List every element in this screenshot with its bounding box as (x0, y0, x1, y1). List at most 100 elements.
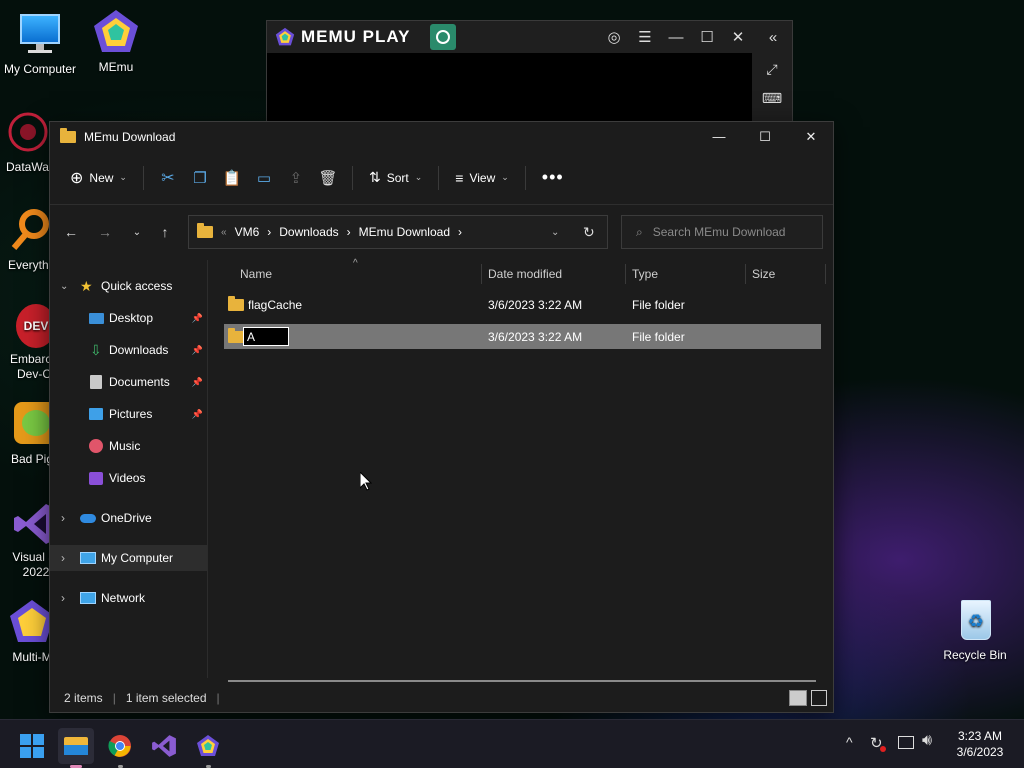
breadcrumb-item[interactable]: MEmu Download (359, 225, 450, 239)
chevron-right-icon[interactable]: › (61, 551, 65, 565)
overflow-icon[interactable]: « (221, 227, 227, 238)
forward-icon[interactable]: → (90, 205, 120, 259)
breadcrumb-item[interactable]: Downloads (279, 225, 338, 239)
maximize-icon[interactable]: ☐ (692, 21, 722, 53)
more-options-icon[interactable]: ••• (534, 161, 572, 195)
nav-documents[interactable]: Documents 📌 (50, 369, 207, 395)
network-icon (80, 592, 96, 604)
minimize-icon[interactable]: — (661, 21, 691, 53)
view-label: View (469, 170, 496, 185)
memu-titlebar[interactable]: MEMU PLAY ◎ ☰ — ☐ ✕ « (267, 21, 792, 53)
search-input[interactable]: ⌕ Search MEmu Download (621, 215, 823, 249)
delete-icon[interactable]: 🗑 (312, 161, 344, 195)
column-divider[interactable] (745, 264, 746, 284)
column-header-name[interactable]: Name (240, 260, 272, 288)
volume-icon[interactable]: 🔊︎ (922, 732, 932, 750)
maximize-button[interactable]: ☐ (742, 122, 788, 151)
table-row[interactable]: 3/6/2023 3:22 AM File folder (224, 324, 821, 349)
nav-network[interactable]: › Network (50, 585, 207, 611)
column-divider[interactable] (481, 264, 482, 284)
explorer-titlebar[interactable]: MEmu Download — ☐ ✕ (50, 122, 833, 151)
close-button[interactable]: ✕ (788, 122, 834, 151)
divider (351, 165, 353, 190)
explorer-window[interactable]: MEmu Download — ☐ ✕ ⊕ New ⌄ ✂ ❐ 📋 ▭ ⇪ 🗑 … (49, 121, 834, 713)
table-row[interactable]: flagCache 3/6/2023 3:22 AM File folder (224, 292, 822, 318)
details-view-icon[interactable] (789, 690, 807, 706)
pin-icon[interactable]: 📌 (192, 409, 203, 420)
back-icon[interactable]: ← (56, 205, 86, 259)
network-status-icon[interactable] (898, 736, 914, 749)
recent-locations-icon[interactable]: ⌄ (122, 205, 152, 259)
view-button[interactable]: ≡ View ⌄ (447, 161, 517, 195)
cut-icon[interactable]: ✂ (152, 161, 184, 195)
close-icon[interactable]: ✕ (723, 21, 753, 53)
taskbar-file-explorer[interactable] (58, 728, 94, 768)
keyboard-icon[interactable]: ⌨ (752, 90, 792, 107)
account-icon[interactable]: ◎ (599, 21, 629, 53)
chevron-right-icon[interactable]: › (61, 511, 65, 525)
paste-icon[interactable]: 📋 (216, 161, 248, 195)
menu-icon[interactable]: ☰ (630, 21, 660, 53)
folder-icon (197, 223, 213, 238)
rename-input[interactable] (243, 327, 289, 346)
show-hidden-icons-icon[interactable]: ^ (846, 734, 853, 750)
rename-icon[interactable]: ▭ (248, 161, 280, 195)
nav-videos[interactable]: Videos (50, 465, 207, 491)
nav-quick-access[interactable]: ⌄ ★ Quick access (50, 273, 207, 299)
nav-my-computer[interactable]: › My Computer (50, 545, 207, 571)
chevron-down-icon: ⌄ (414, 172, 423, 182)
nav-pictures[interactable]: Pictures 📌 (50, 401, 207, 427)
clock[interactable]: 3:23 AM 3/6/2023 (950, 728, 1010, 760)
sort-button[interactable]: ⇅ Sort ⌄ (361, 161, 430, 195)
music-icon (89, 439, 103, 453)
memu-window[interactable]: MEMU PLAY ◎ ☰ — ☐ ✕ « ⤢ ⌨ (266, 20, 793, 129)
horizontal-scrollbar[interactable] (228, 680, 816, 682)
chevron-right-icon[interactable]: › (61, 591, 65, 605)
nav-onedrive[interactable]: › OneDrive (50, 505, 207, 531)
pin-icon[interactable]: 📌 (192, 345, 203, 356)
refresh-icon[interactable]: ↻ (583, 224, 595, 241)
copy-icon[interactable]: ❐ (184, 161, 216, 195)
everything-icon (6, 206, 54, 254)
column-divider[interactable] (625, 264, 626, 284)
notification-dot-icon (880, 746, 886, 752)
address-row: ← → ⌄ ↑ « VM6 › Downloads › MEmu Downloa… (50, 205, 833, 259)
column-header-date[interactable]: Date modified (488, 260, 562, 288)
taskbar-chrome[interactable] (102, 728, 138, 768)
desktop-icon-memu[interactable]: MEmu (76, 8, 156, 74)
up-icon[interactable]: ↑ (150, 205, 180, 259)
start-button[interactable] (14, 728, 50, 764)
memu-app-tab[interactable] (430, 24, 457, 50)
address-dropdown-icon[interactable]: ⌄ (551, 227, 559, 238)
visual-studio-icon (152, 735, 176, 757)
clock-date: 3/6/2023 (956, 745, 1004, 759)
pin-icon[interactable]: 📌 (192, 313, 203, 324)
taskbar-visual-studio[interactable] (146, 728, 182, 764)
search-placeholder: Search MEmu Download (652, 225, 786, 239)
column-header-type[interactable]: Type (632, 260, 658, 288)
fullscreen-icon[interactable]: ⤢ (752, 61, 792, 78)
breadcrumb-item[interactable]: VM6 (235, 225, 260, 239)
taskbar-memu[interactable] (190, 728, 226, 768)
new-button[interactable]: ⊕ New ⌄ (62, 161, 135, 195)
desktop-icon-recycle-bin[interactable]: ♻ Recycle Bin (935, 596, 1015, 662)
clock-time: 3:23 AM (957, 729, 1003, 743)
nav-downloads[interactable]: ⇩ Downloads 📌 (50, 337, 207, 363)
tiles-view-icon[interactable] (811, 690, 827, 706)
nav-music[interactable]: Music (50, 433, 207, 459)
column-divider[interactable] (825, 264, 826, 284)
column-header-size[interactable]: Size (752, 260, 775, 288)
monitor-icon (16, 10, 64, 58)
desktop-icon-my-computer[interactable]: My Computer (0, 10, 80, 76)
share-icon[interactable]: ⇪ (280, 161, 312, 195)
divider (438, 165, 440, 190)
address-bar[interactable]: « VM6 › Downloads › MEmu Download › ⌄ ↻ (188, 215, 608, 249)
chrome-icon (108, 735, 131, 757)
pin-icon[interactable]: 📌 (192, 377, 203, 388)
minimize-button[interactable]: — (696, 122, 742, 151)
chevron-down-icon[interactable]: ⌄ (60, 281, 68, 292)
nav-desktop[interactable]: Desktop 📌 (50, 305, 207, 331)
status-bar: 2 items | 1 item selected | (50, 684, 833, 712)
collapse-sidebar-icon[interactable]: « (758, 21, 788, 53)
chevron-down-icon: ⌄ (119, 172, 127, 182)
